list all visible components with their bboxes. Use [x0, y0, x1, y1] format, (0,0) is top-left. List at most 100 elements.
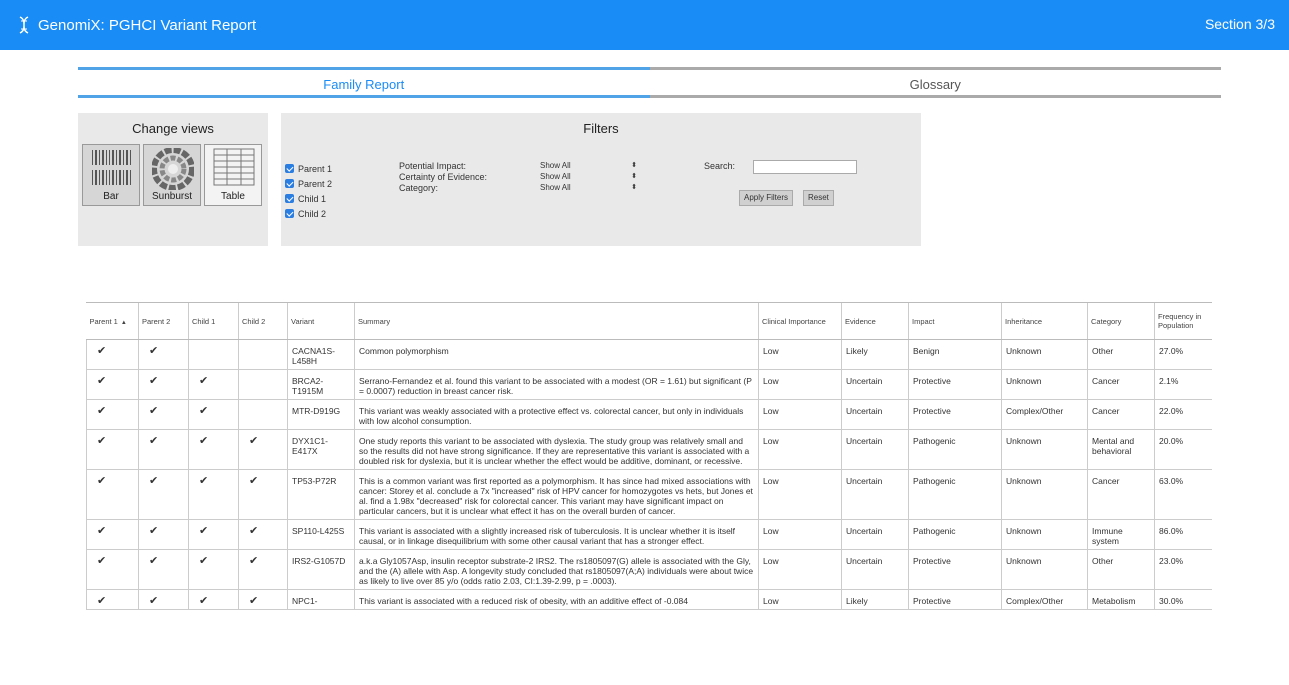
cell-child1: ✔ — [188, 549, 239, 590]
dna-icon — [18, 15, 32, 35]
table-view-icon — [213, 148, 255, 186]
cell-parent2: ✔ — [138, 589, 189, 610]
cell-frequency: 2.1% — [1154, 369, 1212, 400]
cell-summary: Serrano-Fernandez et al. found this vari… — [354, 369, 759, 400]
table-view-label: Table — [221, 191, 245, 202]
select-arrows-icon: ⬍ — [631, 173, 637, 180]
column-header-evidence[interactable]: Evidence — [841, 303, 909, 340]
cell-impact: Protective — [908, 369, 1002, 400]
child2-checkbox[interactable]: Child 2 — [285, 206, 332, 221]
cell-frequency: 20.0% — [1154, 429, 1212, 470]
cell-category: Cancer — [1087, 369, 1155, 400]
cell-clinical-importance: Low — [758, 369, 842, 400]
cell-evidence: Likely — [841, 339, 909, 370]
cell-clinical-importance: Low — [758, 469, 842, 520]
cell-child1: ✔ — [188, 429, 239, 470]
tab-family-report[interactable]: Family Report — [78, 67, 650, 98]
cell-impact: Pathogenic — [908, 469, 1002, 520]
child1-checkbox[interactable]: Child 1 — [285, 191, 332, 206]
category-select[interactable]: Show All ⬍ — [534, 183, 640, 193]
table-row: ✔ ✔ ✔ ✔ DYX1C1-E417X One study reports this v… — [86, 429, 1212, 470]
cell-parent1: ✔ — [86, 469, 139, 520]
cell-summary: This variant is associated with a reduce… — [354, 589, 759, 610]
column-header-impact[interactable]: Impact — [908, 303, 1002, 340]
column-header-summary[interactable]: Summary — [354, 303, 759, 340]
cell-child2: ✔ — [238, 589, 288, 610]
potential-impact-label: Potential Impact: — [399, 161, 467, 171]
column-header-child1[interactable]: Child 1 — [188, 303, 239, 340]
cell-child1: ✔ — [188, 519, 239, 550]
column-header-category[interactable]: Category — [1087, 303, 1155, 340]
cell-frequency: 22.0% — [1154, 399, 1212, 430]
cell-summary: This is a common variant was first repor… — [354, 469, 759, 520]
apply-filters-button[interactable]: Apply Filters — [739, 190, 794, 206]
variant-table-container: Parent 1 ▲ Parent 2 Child 1 Child 2 Varia… — [86, 302, 1212, 685]
app-header: GenomiX: PGHCI Variant Report Section 3/… — [0, 0, 1289, 50]
cell-parent1: ✔ — [86, 429, 139, 470]
cell-frequency: 63.0% — [1154, 469, 1212, 520]
sunburst-view-button[interactable]: Sunburst — [143, 144, 201, 206]
column-header-variant[interactable]: Variant — [287, 303, 355, 340]
search-input[interactable] — [753, 160, 857, 174]
bar-view-icon — [92, 150, 131, 185]
table-row: ✔ ✔ ✔ ✔ SP110-L425S This variant is associate… — [86, 519, 1212, 550]
sort-ascending-icon: ▲ — [120, 319, 127, 326]
cell-summary: This variant was weakly associated with … — [354, 399, 759, 430]
cell-child1: ✔ — [188, 469, 239, 520]
cell-impact: Benign — [908, 339, 1002, 370]
cell-variant: CACNA1S-L458H — [287, 339, 355, 370]
reset-button[interactable]: Reset — [803, 190, 834, 206]
cell-child2: ✔ — [238, 519, 288, 550]
cell-clinical-importance: Low — [758, 429, 842, 470]
certainty-evidence-select[interactable]: Show All ⬍ — [534, 172, 640, 182]
cell-parent2: ✔ — [138, 549, 189, 590]
cell-clinical-importance: Low — [758, 589, 842, 610]
cell-parent2: ✔ — [138, 369, 189, 400]
cell-inheritance: Unknown — [1001, 429, 1088, 470]
cell-parent1: ✔ — [86, 589, 139, 610]
cell-category: Other — [1087, 339, 1155, 370]
column-header-frequency[interactable]: Frequency in Population — [1154, 303, 1212, 340]
category-label: Category: — [399, 183, 439, 193]
cell-child2 — [238, 399, 288, 430]
change-views-panel: Change views Bar Sunburst Table — [78, 113, 268, 246]
table-row: ✔ ✔ ✔ MTR-D919G This variant was weakly asso… — [86, 399, 1212, 430]
table-view-button[interactable]: Table — [204, 144, 262, 206]
checkbox-checked-icon — [285, 179, 294, 188]
section-indicator: Section 3/3 — [1204, 16, 1275, 32]
tab-glossary[interactable]: Glossary — [649, 67, 1221, 98]
cell-impact: Protective — [908, 399, 1002, 430]
cell-child1: ✔ — [188, 589, 239, 610]
cell-evidence: Likely — [841, 589, 909, 610]
cell-child1: ✔ — [188, 399, 239, 430]
column-header-clinical-importance[interactable]: Clinical Importance — [758, 303, 842, 340]
parent1-checkbox[interactable]: Parent 1 — [285, 161, 332, 176]
cell-inheritance: Unknown — [1001, 469, 1088, 520]
cell-child2: ✔ — [238, 429, 288, 470]
bar-view-label: Bar — [103, 191, 119, 202]
cell-parent2: ✔ — [138, 399, 189, 430]
column-header-child2[interactable]: Child 2 — [238, 303, 288, 340]
cell-evidence: Uncertain — [841, 469, 909, 520]
parent2-checkbox[interactable]: Parent 2 — [285, 176, 332, 191]
column-header-parent2[interactable]: Parent 2 — [138, 303, 189, 340]
cell-child1: ✔ — [188, 369, 239, 400]
cell-variant: TP53-P72R — [287, 469, 355, 520]
table-header-row: Parent 1 ▲ Parent 2 Child 1 Child 2 Varia… — [86, 303, 1212, 340]
cell-variant: SP110-L425S — [287, 519, 355, 550]
change-views-title: Change views — [132, 121, 214, 136]
potential-impact-select[interactable]: Show All ⬍ — [534, 161, 640, 171]
sunburst-view-icon — [152, 148, 194, 190]
cell-frequency: 86.0% — [1154, 519, 1212, 550]
cell-inheritance: Unknown — [1001, 339, 1088, 370]
checkbox-checked-icon — [285, 194, 294, 203]
column-header-parent1[interactable]: Parent 1 ▲ — [86, 303, 139, 340]
cell-clinical-importance: Low — [758, 339, 842, 370]
cell-child2: ✔ — [238, 469, 288, 520]
variant-table: Parent 1 ▲ Parent 2 Child 1 Child 2 Varia… — [86, 303, 1212, 610]
cell-parent2: ✔ — [138, 519, 189, 550]
bar-view-button[interactable]: Bar — [82, 144, 140, 206]
cell-category: Immune system — [1087, 519, 1155, 550]
table-row: ✔ ✔ ✔ BRCA2-T1915M Serrano-Fernandez et al. … — [86, 369, 1212, 400]
column-header-inheritance[interactable]: Inheritance — [1001, 303, 1088, 340]
